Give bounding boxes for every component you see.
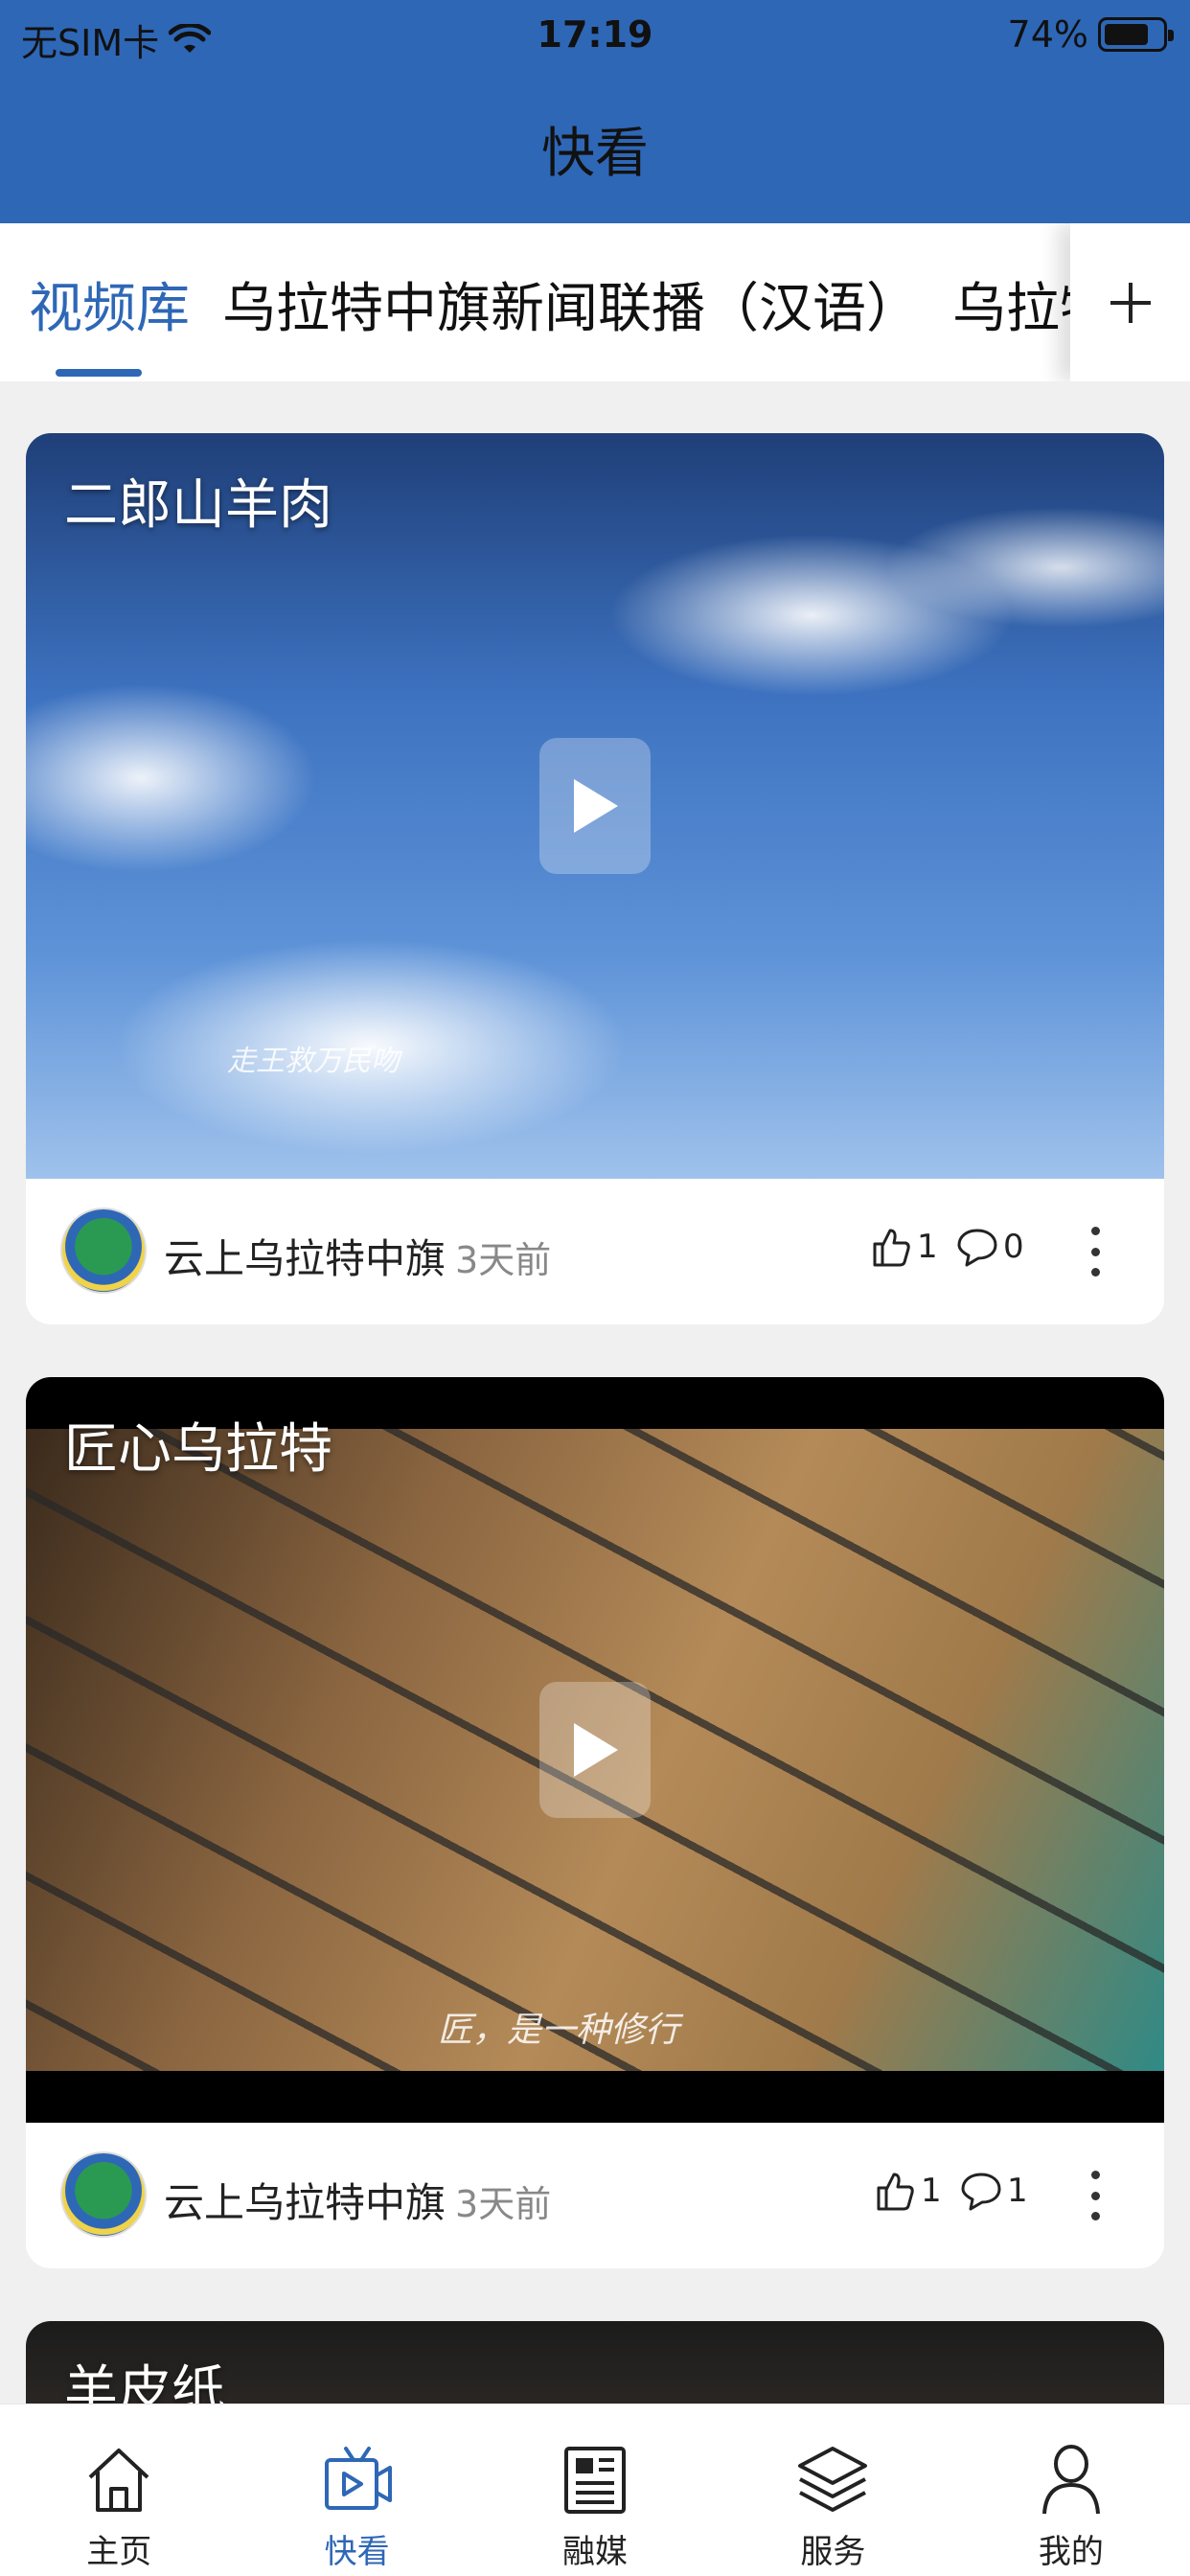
- nav-label: 主页: [86, 2533, 152, 2571]
- nav-services[interactable]: 服务: [714, 2404, 951, 2576]
- person-icon: [1041, 2445, 1100, 2515]
- video-caption: 匠，是一种修行: [438, 2011, 680, 2050]
- comment-button[interactable]: 0: [955, 1225, 1024, 1269]
- play-icon: [574, 1723, 618, 1777]
- comment-button[interactable]: 1: [959, 2169, 1028, 2213]
- source-name[interactable]: 云上乌拉特中旗: [164, 1235, 446, 1282]
- avatar[interactable]: [60, 1208, 147, 1294]
- nav-mine[interactable]: 我的: [952, 2404, 1190, 2576]
- comment-count: 0: [1003, 1228, 1024, 1266]
- like-button[interactable]: 1: [869, 1225, 938, 1269]
- channel-tabs: 视频库 乌拉特中旗新闻联播（汉语） 乌拉特中旗: [0, 223, 1190, 381]
- video-title: 二郎山羊肉: [64, 474, 332, 537]
- play-button[interactable]: [539, 738, 651, 874]
- card-meta: 云上乌拉特中旗 3天前 1 0: [26, 1179, 1164, 1324]
- post-age: 3天前: [455, 2183, 552, 2225]
- more-options-icon[interactable]: [1089, 2171, 1101, 2220]
- add-channel-button[interactable]: [1070, 223, 1190, 381]
- source-name[interactable]: 云上乌拉特中旗: [164, 2179, 446, 2226]
- comment-icon: [957, 1229, 997, 1267]
- like-count: 1: [921, 2172, 942, 2210]
- comment-icon: [961, 2173, 1001, 2211]
- active-tab-indicator: [56, 369, 142, 377]
- video-title: 匠心乌拉特: [64, 1418, 332, 1481]
- layers-icon: [798, 2447, 868, 2512]
- more-options-icon[interactable]: [1089, 1227, 1101, 1276]
- play-icon: [574, 779, 618, 833]
- comment-count: 1: [1007, 2172, 1028, 2210]
- tab-news-broadcast[interactable]: 乌拉特中旗新闻联播（汉语）: [222, 265, 920, 343]
- video-card[interactable]: 匠心乌拉特 匠，是一种修行 云上乌拉特中旗 3天前 1 1: [26, 1377, 1164, 2268]
- tab-video-library[interactable]: 视频库: [29, 265, 190, 343]
- like-button[interactable]: 1: [873, 2169, 942, 2213]
- page-title: 快看: [541, 123, 649, 185]
- battery-percent: 74%: [1007, 13, 1088, 56]
- video-card[interactable]: 二郎山羊肉 走王救万民吻 云上乌拉特中旗 3天前 1 0: [26, 433, 1164, 1324]
- video-icon: [324, 2447, 392, 2510]
- nav-label: 融媒: [562, 2533, 629, 2571]
- video-thumbnail[interactable]: 二郎山羊肉 走王救万民吻: [26, 433, 1164, 1179]
- thumbs-up-icon: [873, 1229, 910, 1267]
- card-meta: 云上乌拉特中旗 3天前 1 1: [26, 2123, 1164, 2268]
- post-age: 3天前: [455, 1239, 552, 1281]
- play-button[interactable]: [539, 1682, 651, 1818]
- like-count: 1: [917, 1228, 938, 1266]
- nav-label: 服务: [800, 2533, 866, 2571]
- status-bar: 无SIM卡 17:19 74%: [0, 0, 1190, 73]
- nav-quick-look[interactable]: 快看: [238, 2404, 475, 2576]
- battery-icon: [1098, 17, 1174, 52]
- plus-icon: [1110, 282, 1151, 323]
- app-header: 无SIM卡 17:19 74% 快看: [0, 0, 1190, 223]
- nav-label: 我的: [1038, 2533, 1104, 2571]
- video-caption: 走王救万民吻: [227, 1045, 400, 1078]
- nav-label: 快看: [324, 2533, 390, 2571]
- video-thumbnail[interactable]: 匠心乌拉特 匠，是一种修行: [26, 1377, 1164, 2123]
- nav-home[interactable]: 主页: [0, 2404, 238, 2576]
- thumbs-up-icon: [877, 2173, 914, 2211]
- bottom-navigation: 主页 快看 融媒 服务 我的: [0, 2404, 1190, 2576]
- nav-media[interactable]: 融媒: [476, 2404, 714, 2576]
- newspaper-icon: [564, 2447, 627, 2514]
- home-icon: [88, 2449, 149, 2512]
- avatar[interactable]: [60, 2151, 147, 2238]
